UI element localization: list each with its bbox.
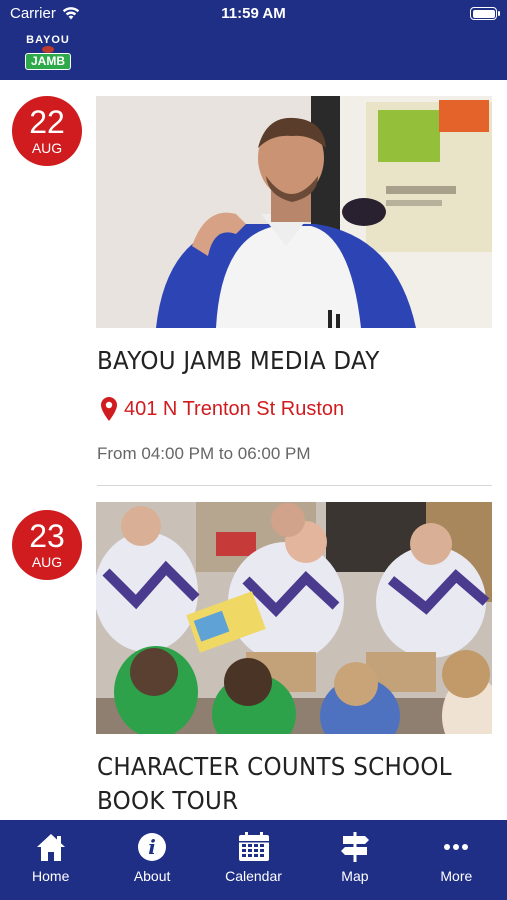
event-location-link[interactable]: 401 N Trenton St Ruston xyxy=(100,396,344,422)
date-day: 23 xyxy=(29,518,65,554)
signpost-icon xyxy=(340,832,369,862)
date-badge: 22 AUG xyxy=(12,96,82,166)
event-title[interactable]: BAYOU JAMB MEDIA DAY xyxy=(97,344,460,378)
calendar-icon xyxy=(238,832,269,861)
event-title[interactable]: CHARACTER COUNTS SCHOOL BOOK TOUR xyxy=(97,750,460,818)
tab-label-calendar: Calendar xyxy=(225,868,282,884)
bottom-tab-bar: Home i About Calendar Map More xyxy=(0,820,507,900)
date-month: AUG xyxy=(31,140,63,156)
tab-label-map: Map xyxy=(341,868,369,884)
event-list[interactable]: 22 AUG BAYOU JAMB MEDIA DAY 401 N Trento… xyxy=(0,80,507,820)
tab-label-home: Home xyxy=(32,868,70,884)
event-photo[interactable] xyxy=(96,96,492,328)
app-header: Carrier 11:59 AM BAYOU JAMB xyxy=(0,0,507,80)
info-icon: i xyxy=(138,833,167,861)
status-bar: Carrier 11:59 AM xyxy=(0,0,507,28)
tab-label-about: About xyxy=(133,868,171,884)
event-divider xyxy=(97,485,492,486)
event-photo-illustration xyxy=(96,502,492,734)
tab-about[interactable]: i About xyxy=(101,820,202,900)
event-time: From 04:00 PM to 06:00 PM xyxy=(97,444,311,463)
date-day: 22 xyxy=(29,104,65,140)
home-icon xyxy=(36,834,65,861)
date-month: AUG xyxy=(31,554,63,570)
logo-text-bottom: JAMB xyxy=(25,53,71,70)
event-photo[interactable] xyxy=(96,502,492,734)
tab-label-more: More xyxy=(440,868,473,884)
logo-text-top: BAYOU xyxy=(26,34,70,46)
location-pin-icon xyxy=(101,397,117,421)
tab-calendar[interactable]: Calendar xyxy=(203,820,304,900)
more-icon xyxy=(444,844,469,850)
app-logo[interactable]: BAYOU JAMB xyxy=(22,34,74,70)
battery-icon xyxy=(470,7,500,20)
event-location-text: 401 N Trenton St Ruston xyxy=(124,397,345,420)
svg-text:i: i xyxy=(148,835,156,859)
status-time: 11:59 AM xyxy=(221,5,286,22)
football-icon xyxy=(42,46,54,53)
date-badge: 23 AUG xyxy=(12,510,82,580)
event-photo-illustration xyxy=(96,96,492,328)
tab-map[interactable]: Map xyxy=(304,820,405,900)
tab-more[interactable]: More xyxy=(406,820,507,900)
tab-home[interactable]: Home xyxy=(0,820,101,900)
